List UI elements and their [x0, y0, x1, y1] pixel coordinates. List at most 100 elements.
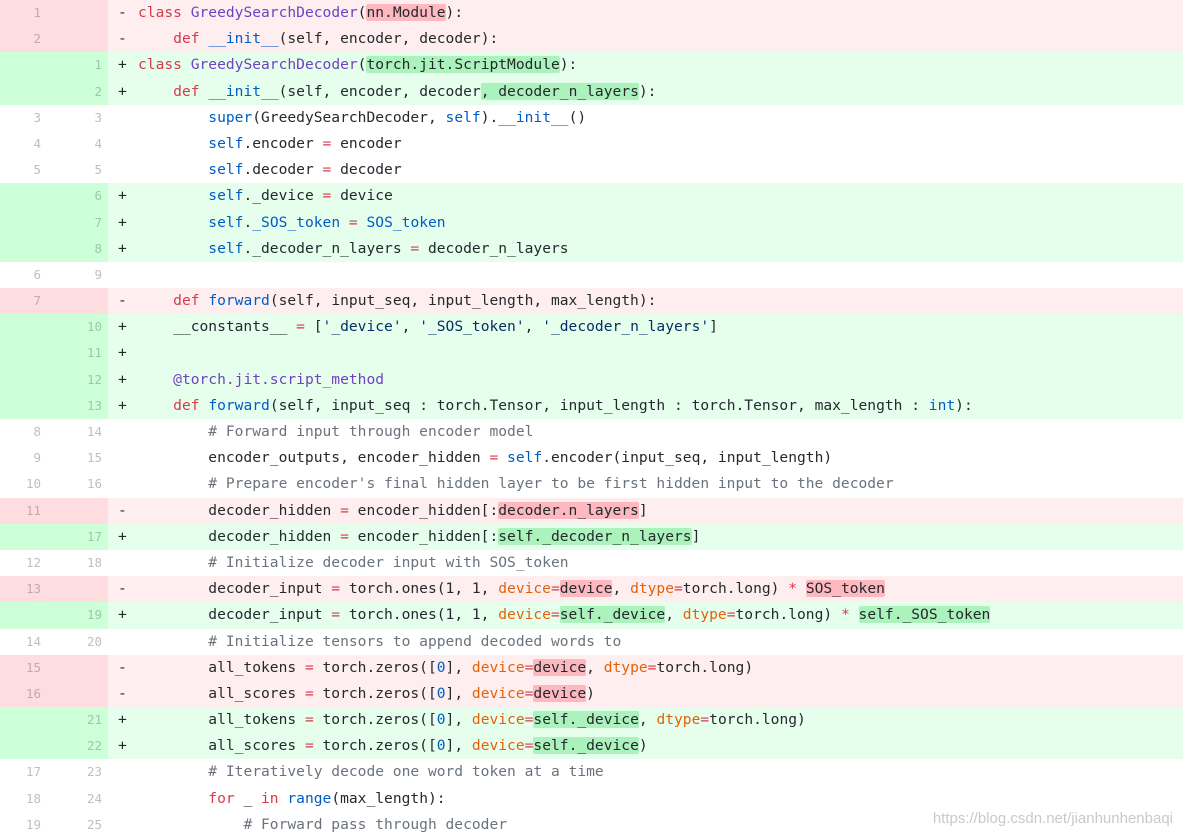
new-line-number[interactable]: 17	[45, 523, 108, 550]
old-line-number[interactable]: 11	[0, 497, 45, 524]
old-line-number[interactable]: 12	[0, 550, 45, 576]
new-line-number[interactable]: 23	[45, 759, 108, 785]
new-line-number[interactable]	[45, 0, 108, 27]
deleted-line: 13 - decoder_input = torch.ones(1, 1, dev…	[0, 576, 1183, 603]
code-text: all_scores = torch.zeros([0], device=dev…	[138, 681, 1183, 707]
diff-marker: +	[118, 344, 127, 362]
changed-token: self._device	[533, 711, 639, 729]
diff-marker: -	[118, 4, 127, 21]
code-token: =	[304, 658, 314, 676]
new-line-number[interactable]: 3	[45, 105, 108, 131]
new-line-number[interactable]: 19	[45, 602, 108, 629]
old-line-number[interactable]: 17	[0, 759, 45, 785]
diff-marker: +	[118, 527, 127, 545]
new-line-number[interactable]: 4	[45, 131, 108, 157]
code-token: =	[304, 737, 314, 755]
old-line-number[interactable]	[0, 52, 45, 79]
old-line-number[interactable]: 18	[0, 786, 45, 812]
old-line-number[interactable]	[0, 707, 45, 734]
new-line-number[interactable]: 2	[45, 78, 108, 105]
new-line-number[interactable]: 9	[45, 262, 108, 288]
old-line-number[interactable]	[0, 235, 45, 262]
new-line-number[interactable]: 25	[45, 812, 108, 838]
new-line-number[interactable]	[45, 26, 108, 53]
code-token: ]	[638, 501, 648, 519]
new-line-number[interactable]: 16	[45, 471, 108, 497]
new-line-number[interactable]: 14	[45, 419, 108, 445]
old-line-number[interactable]: 5	[0, 157, 45, 183]
new-line-number[interactable]: 7	[45, 209, 108, 236]
new-line-number[interactable]: 13	[45, 392, 108, 419]
new-line-number[interactable]: 10	[45, 314, 108, 341]
deleted-line: 15 - all_tokens = torch.zeros([0], device…	[0, 654, 1183, 681]
old-line-number[interactable]	[0, 340, 45, 367]
new-line-number[interactable]: 1	[45, 52, 108, 79]
old-line-number[interactable]	[0, 366, 45, 393]
old-line-number[interactable]: 14	[0, 629, 45, 655]
old-line-number[interactable]	[0, 392, 45, 419]
new-line-number[interactable]	[45, 576, 108, 603]
diff-marker: +	[118, 56, 127, 74]
new-line-number[interactable]: 8	[45, 235, 108, 262]
code-token: =	[550, 606, 560, 624]
code-token: ]	[709, 318, 718, 336]
new-line-number[interactable]: 24	[45, 786, 108, 812]
new-line-number[interactable]	[45, 654, 108, 681]
code-token: @torch.jit.script_method	[173, 370, 385, 388]
old-line-number[interactable]: 19	[0, 812, 45, 838]
code-token: self	[507, 449, 543, 467]
diff-marker	[108, 629, 138, 655]
code-token: =	[674, 580, 683, 598]
new-line-number[interactable]: 6	[45, 183, 108, 210]
added-line: 7 + self._SOS_token = SOS_token	[0, 209, 1183, 236]
new-line-number[interactable]: 15	[45, 445, 108, 471]
old-line-number[interactable]: 10	[0, 471, 45, 497]
new-line-number[interactable]	[45, 497, 108, 524]
old-line-number[interactable]: 7	[0, 288, 45, 315]
watermark: https://blog.csdn.net/jianhunhenbaqi	[932, 810, 1173, 827]
new-line-number[interactable]	[45, 680, 108, 708]
old-line-number[interactable]: 1	[0, 0, 45, 27]
code-token: dtype	[656, 711, 701, 729]
old-line-number[interactable]	[0, 183, 45, 210]
new-line-number[interactable]	[45, 288, 108, 315]
old-line-number[interactable]	[0, 314, 45, 341]
old-line-number[interactable]	[0, 78, 45, 105]
old-line-number[interactable]	[0, 733, 45, 760]
changed-token: self._device	[533, 737, 639, 755]
code-token: =	[410, 239, 420, 257]
old-line-number[interactable]: 4	[0, 131, 45, 157]
old-line-number[interactable]: 15	[0, 654, 45, 681]
old-line-number[interactable]: 16	[0, 680, 45, 708]
code-token: # Initialize decoder input with SOS_toke…	[208, 553, 569, 571]
diff-marker: -	[118, 580, 127, 598]
old-line-number[interactable]: 9	[0, 445, 45, 471]
context-line: 10 16 # Prepare encoder's final hidden la…	[0, 471, 1183, 497]
code-token: (self, input_seq, input_length, max_leng…	[269, 292, 657, 310]
old-line-number[interactable]: 2	[0, 26, 45, 53]
old-line-number[interactable]: 6	[0, 262, 45, 288]
old-line-number[interactable]	[0, 209, 45, 236]
new-line-number[interactable]: 11	[45, 340, 108, 367]
context-line: 55 self.decoder = decoder	[0, 157, 1183, 183]
code-token: torch.zeros([	[313, 658, 437, 676]
old-line-number[interactable]: 8	[0, 419, 45, 445]
new-line-number[interactable]: 20	[45, 629, 108, 655]
new-line-number[interactable]: 5	[45, 157, 108, 183]
added-line: 10 + __constants__ = ['_device', '_SOS_to…	[0, 314, 1183, 341]
old-line-number[interactable]	[0, 523, 45, 550]
new-line-number[interactable]: 21	[45, 707, 108, 734]
diff-marker	[108, 262, 138, 288]
old-line-number[interactable]: 3	[0, 105, 45, 131]
code-token: ):	[445, 4, 464, 21]
old-line-number[interactable]: 13	[0, 576, 45, 603]
new-line-number[interactable]: 22	[45, 733, 108, 760]
new-line-number[interactable]: 12	[45, 366, 108, 393]
changed-token: device	[559, 580, 613, 598]
old-line-number[interactable]	[0, 602, 45, 629]
new-line-number[interactable]: 18	[45, 550, 108, 576]
diff-marker: -	[118, 501, 127, 519]
